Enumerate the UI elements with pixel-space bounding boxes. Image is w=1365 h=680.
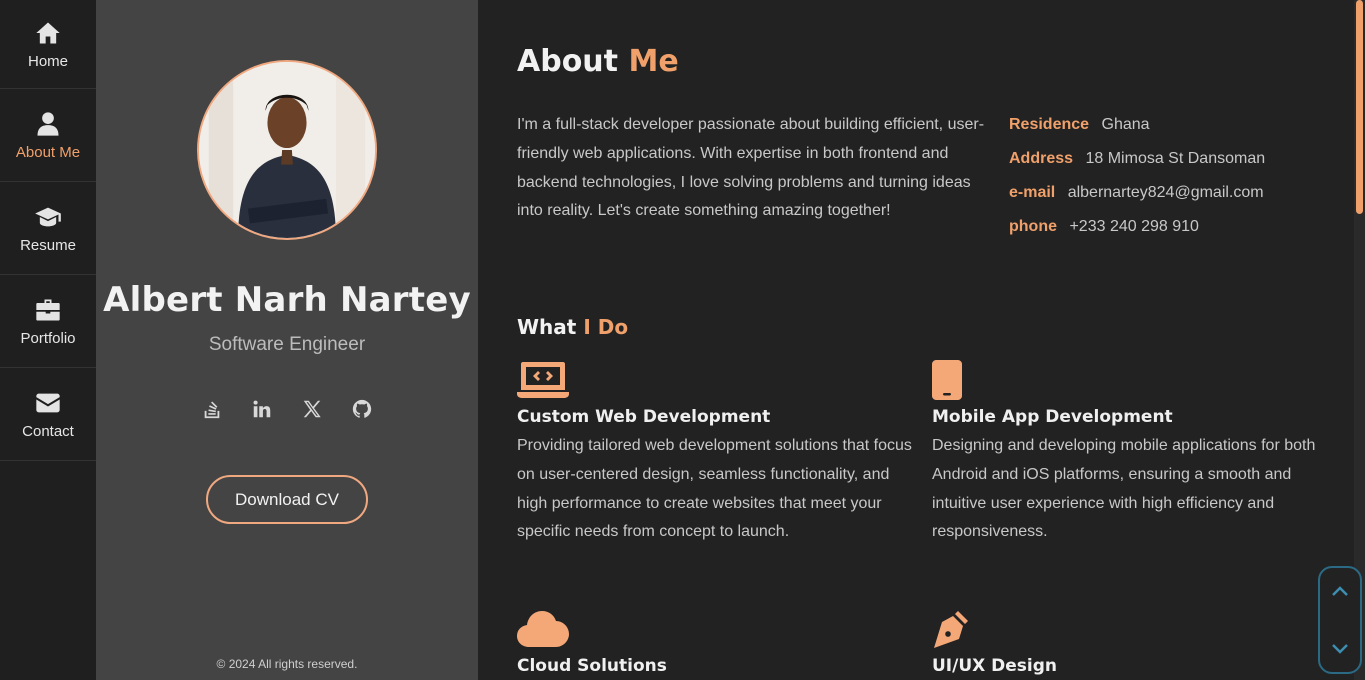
github-icon[interactable] bbox=[350, 398, 374, 422]
info-key: Residence bbox=[1009, 116, 1090, 133]
info-row-residence: Residence Ghana bbox=[1009, 111, 1265, 145]
home-icon bbox=[34, 19, 62, 47]
info-row-address: Address 18 Mimosa St Dansoman bbox=[1009, 145, 1265, 179]
service-title: Cloud Solutions bbox=[517, 656, 667, 676]
about-title-plain: About bbox=[517, 44, 619, 79]
info-value: 18 Mimosa St Dansoman bbox=[1085, 150, 1266, 167]
sidebar-nav: Home About Me Resume Portfolio Contact bbox=[0, 0, 96, 680]
service-card-cloud: Cloud Solutions bbox=[517, 609, 912, 676]
nav-item-contact[interactable]: Contact bbox=[0, 368, 96, 461]
info-row-email: e-mail albernartey824@gmail.com bbox=[1009, 179, 1265, 213]
envelope-icon bbox=[34, 389, 62, 417]
x-twitter-icon[interactable] bbox=[300, 398, 324, 422]
scrollbar-thumb[interactable] bbox=[1356, 0, 1363, 214]
service-title: UI/UX Design bbox=[932, 656, 1058, 676]
pen-nib-icon bbox=[932, 609, 984, 649]
info-row-phone: phone +233 240 298 910 bbox=[1009, 213, 1265, 247]
what-i-do-title-accent: I Do bbox=[583, 315, 629, 339]
nav-label: Home bbox=[27, 52, 68, 70]
info-value[interactable]: +233 240 298 910 bbox=[1069, 218, 1198, 235]
linkedin-icon[interactable] bbox=[250, 398, 274, 422]
info-value[interactable]: albernartey824@gmail.com bbox=[1068, 184, 1264, 201]
nav-item-about-me[interactable]: About Me bbox=[0, 89, 96, 182]
copyright-text: © 2024 All rights reserved. bbox=[216, 657, 358, 671]
service-description: Providing tailored web development solut… bbox=[517, 437, 912, 541]
info-key: e-mail bbox=[1009, 184, 1056, 201]
info-key: phone bbox=[1009, 218, 1057, 235]
personal-info: Residence Ghana Address 18 Mimosa St Dan… bbox=[1009, 111, 1265, 247]
user-icon bbox=[34, 110, 62, 138]
service-card-web: Custom Web Development Providing tailore… bbox=[517, 360, 912, 547]
nav-label: Resume bbox=[20, 236, 76, 254]
app-root: Home About Me Resume Portfolio Contact A… bbox=[0, 0, 1365, 680]
chevron-up-icon[interactable] bbox=[1328, 580, 1352, 604]
stack-overflow-icon[interactable] bbox=[200, 398, 224, 422]
service-title: Custom Web Development bbox=[517, 407, 771, 427]
chevron-down-icon[interactable] bbox=[1328, 636, 1352, 660]
graduation-cap-icon bbox=[34, 203, 62, 231]
profile-panel: Albert Narh Nartey Software Engineer Dow… bbox=[96, 0, 478, 680]
info-key: Address bbox=[1009, 150, 1074, 167]
about-title: About Me bbox=[517, 44, 679, 79]
download-cv-button[interactable]: Download CV bbox=[206, 475, 368, 524]
cloud-icon bbox=[517, 609, 569, 649]
nav-item-portfolio[interactable]: Portfolio bbox=[0, 275, 96, 368]
profile-role: Software Engineer bbox=[208, 334, 366, 355]
what-i-do-title-plain: What bbox=[517, 315, 577, 339]
nav-label: About Me bbox=[15, 143, 81, 161]
about-title-accent: Me bbox=[628, 44, 679, 79]
profile-name: Albert Narh Nartey bbox=[103, 280, 471, 320]
service-description: Designing and developing mobile applicat… bbox=[932, 437, 1316, 541]
nav-label: Portfolio bbox=[20, 329, 76, 347]
about-description: I'm a full-stack developer passionate ab… bbox=[517, 116, 985, 220]
briefcase-icon bbox=[34, 296, 62, 324]
main-content: About Me I'm a full-stack developer pass… bbox=[478, 0, 1354, 680]
info-value: Ghana bbox=[1101, 116, 1150, 133]
nav-item-home[interactable]: Home bbox=[0, 0, 96, 89]
social-links bbox=[96, 398, 478, 422]
service-card-uiux: UI/UX Design bbox=[932, 609, 1327, 676]
laptop-code-icon bbox=[517, 360, 569, 400]
what-i-do-title: What I Do bbox=[517, 315, 628, 339]
service-title: Mobile App Development bbox=[932, 407, 1173, 427]
avatar bbox=[197, 60, 377, 240]
nav-label: Contact bbox=[22, 422, 74, 440]
mobile-icon bbox=[932, 360, 984, 400]
service-card-mobile: Mobile App Development Designing and dev… bbox=[932, 360, 1327, 547]
scroll-nav bbox=[1318, 566, 1362, 674]
nav-item-resume[interactable]: Resume bbox=[0, 182, 96, 275]
